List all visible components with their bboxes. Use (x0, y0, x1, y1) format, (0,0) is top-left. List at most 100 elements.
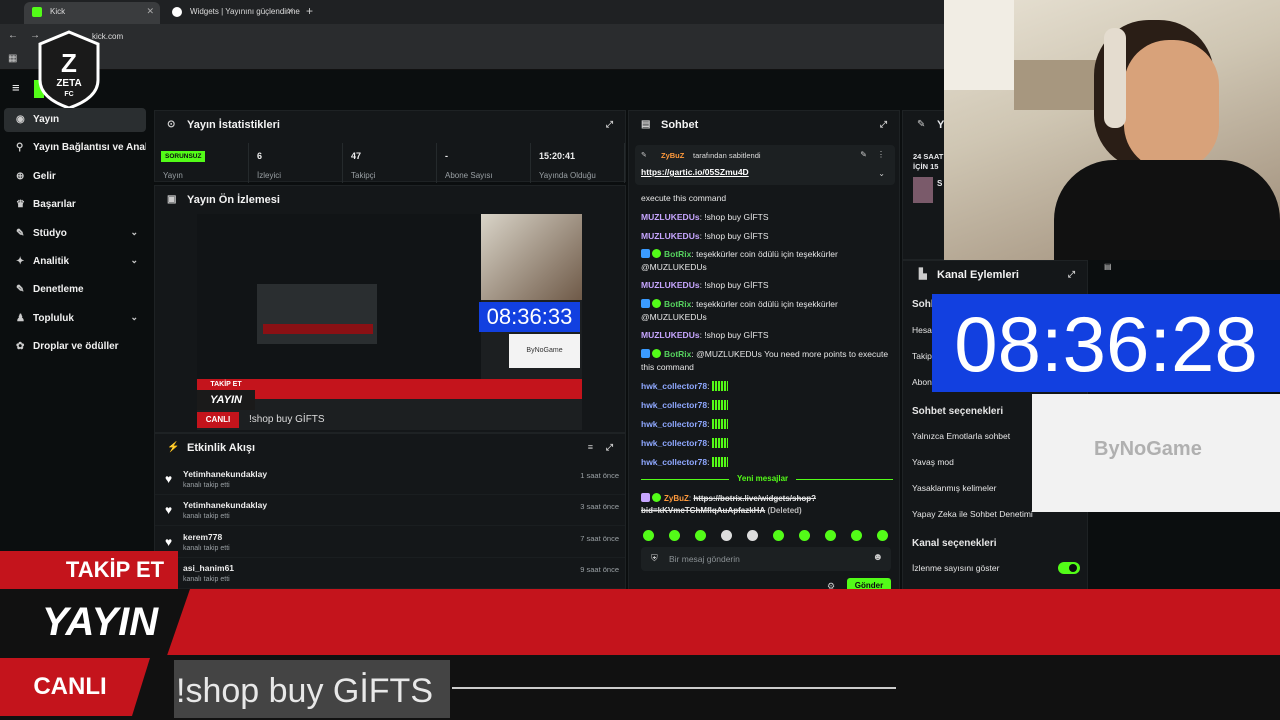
emote-icon[interactable] (799, 530, 810, 541)
stats-icon: ⊙ (167, 119, 176, 130)
more-icon[interactable]: ⋮ (877, 150, 885, 159)
stat-label: Yayında Olduğu (539, 171, 596, 180)
option-ai-moderation[interactable]: Yapay Zeka ile Sohbet Denetimi (912, 509, 1033, 519)
activity-time: 3 saat önce (580, 502, 619, 512)
stat-1: 6 İzleyici (249, 143, 343, 183)
option-show-viewcount: İzlenme sayısını göster (912, 563, 1000, 573)
menu-icon[interactable]: ≡ (12, 80, 20, 95)
logo-z: Z (61, 48, 77, 78)
kanal-row-takip[interactable]: Takip (912, 351, 932, 361)
chat-username[interactable]: hwk_collector78 (641, 457, 707, 467)
chat-text: : !shop buy GİFTS (699, 212, 769, 222)
close-tab-icon[interactable]: ✕ (146, 6, 154, 17)
person-shirt (1054, 160, 1280, 260)
emote-icon[interactable] (773, 530, 784, 541)
expand-icon[interactable]: ⤢ (606, 442, 613, 453)
close-tab-icon[interactable]: ✕ (286, 6, 294, 17)
chat-username[interactable]: hwk_collector78 (641, 438, 707, 448)
sidebar-item-trophy[interactable]: ♛ Başarılar (4, 193, 146, 217)
sidebar-item-label: Gelir (33, 170, 56, 182)
activity-user[interactable]: Yetimhanekundaklay (183, 500, 267, 510)
browser-tab-kick[interactable]: Kick ✕ (24, 2, 160, 24)
emote-icon (711, 419, 728, 429)
activity-user[interactable]: kerem778 (183, 532, 222, 542)
chat-username[interactable]: MUZLUKEDUs (641, 231, 700, 241)
right-panel-thumbnail[interactable] (913, 177, 933, 203)
sidebar-item-label: Denetleme (33, 284, 84, 296)
preview-panel-header: ▣ Yayın Ön İzlemesi (155, 186, 625, 214)
sidebar-item-broadcast[interactable]: ◉ Yayın (4, 108, 146, 132)
option-slow-mode[interactable]: Yavaş mod (912, 457, 954, 467)
logo-fc: FC (64, 91, 73, 98)
new-tab-button[interactable]: + (306, 4, 313, 18)
filter-icon[interactable]: ≡ (588, 442, 593, 452)
back-icon[interactable]: ← (8, 30, 18, 41)
option-banned-words[interactable]: Yasaklanmış kelimeler (912, 483, 996, 493)
browser-tab-widgets[interactable]: Widgets | Yayınını güçlendirme ✕ (164, 2, 300, 24)
sidebar-item-link[interactable]: ⚲ Yayın Bağlantısı ve Anahtarı (4, 136, 146, 160)
chat-username[interactable]: MUZLUKEDUs (641, 330, 700, 340)
chevron-down-icon[interactable]: ⌄ (130, 227, 138, 238)
stream-preview-video[interactable]: 08:36:33 ByNoGame TAKİP ET YAYIN CANLI !… (197, 214, 582, 430)
kick-top-bar: ≡ (0, 70, 944, 108)
overlay-canli: CANLI (33, 673, 107, 700)
emote-icon[interactable] (851, 530, 862, 541)
chat-message: hwk_collector78: (641, 418, 891, 431)
emote-icon[interactable] (877, 530, 888, 541)
bot-badge-icon (641, 349, 650, 358)
overlay-ticker-text: !shop buy GİFTS (176, 672, 433, 710)
chat-username[interactable]: BotRix (664, 349, 691, 359)
chat-username[interactable]: MUZLUKEDUs (641, 280, 700, 290)
chat-username[interactable]: hwk_collector78 (641, 400, 707, 410)
expand-icon[interactable]: ⤢ (1068, 269, 1075, 280)
chevron-down-icon[interactable]: ⌄ (878, 169, 885, 178)
chat-username[interactable]: hwk_collector78 (641, 381, 707, 391)
kanal-row-hesa[interactable]: Hesa (912, 325, 932, 335)
emoji-picker-icon[interactable]: ☻ (872, 552, 883, 563)
sidebar-item-people[interactable]: ♟ Topluluk ⌄ (4, 307, 146, 331)
pinned-link[interactable]: https://gartic.io/05SZmu4D (641, 167, 749, 177)
chat-text: execute this command (641, 193, 727, 203)
sidebar-item-brush[interactable]: ✎ Stüdyo ⌄ (4, 222, 146, 246)
expand-icon[interactable]: ⤢ (880, 119, 887, 130)
chat-username[interactable]: MUZLUKEDUs (641, 212, 700, 222)
chat-username[interactable]: BotRix (664, 299, 691, 309)
kanal-row-abon[interactable]: Abon (912, 377, 932, 387)
apps-grid-icon[interactable]: ▦ (8, 53, 17, 64)
activity-desc: kanalı takip etti (183, 513, 230, 521)
deleted-tag: (Deleted) (767, 506, 802, 515)
sidebar-item-gift[interactable]: ✿ Droplar ve ödüller (4, 335, 146, 359)
activity-item[interactable]: ♥ Yetimhanekundaklay kanalı takip etti 3 sa… (155, 495, 625, 527)
chevron-down-icon[interactable]: ⌄ (130, 255, 138, 266)
emote-icon[interactable] (695, 530, 706, 541)
chevron-down-icon[interactable]: ⌄ (130, 312, 138, 323)
sidebar-item-coin[interactable]: ⊕ Gelir (4, 165, 146, 189)
option-emote-only[interactable]: Yalnızca Emotlarla sohbet (912, 431, 1010, 441)
activity-user[interactable]: Yetimhanekundaklay (183, 469, 267, 479)
trophy-icon: ♛ (16, 199, 25, 211)
chat-username[interactable]: hwk_collector78 (641, 419, 707, 429)
emote-icon[interactable] (643, 530, 654, 541)
unpin-icon[interactable]: ✎ (860, 150, 867, 159)
expand-icon[interactable]: ⤢ (606, 119, 613, 130)
side-icon[interactable]: ▤ (1104, 262, 1112, 271)
emote-icon[interactable] (747, 530, 758, 541)
bot-badge-icon (641, 299, 650, 308)
preview-takip: TAKİP ET (197, 379, 255, 390)
viewcount-toggle[interactable] (1058, 562, 1080, 574)
emote-icon[interactable] (825, 530, 836, 541)
channel-icon: ▙ (919, 269, 927, 280)
emote-icon[interactable] (721, 530, 732, 541)
activity-desc: kanalı takip etti (183, 482, 230, 489)
emote-icon[interactable] (669, 530, 680, 541)
chat-username[interactable]: BotRix (664, 249, 691, 259)
stat-value: 6 (257, 151, 263, 161)
sidebar-item-chart[interactable]: ✦ Analitik ⌄ (4, 250, 146, 274)
sidebar-item-label: Topluluk (33, 312, 74, 324)
stat-label: Takipçi (351, 171, 376, 180)
chat-panel: ▤ Sohbet ⤢ ✎ ZyBuZ tarafından sabitlendi… (628, 110, 900, 593)
sidebar-item-wrench[interactable]: ✎ Denetleme (4, 278, 146, 302)
activity-item[interactable]: ♥ Yetimhanekundaklay kanalı takip etti 1 sa… (155, 464, 625, 495)
new-messages-label[interactable]: Yeni mesajlar (729, 474, 797, 483)
chat-input[interactable]: ⛨ Bir mesaj gönderin ☻ (641, 547, 891, 571)
